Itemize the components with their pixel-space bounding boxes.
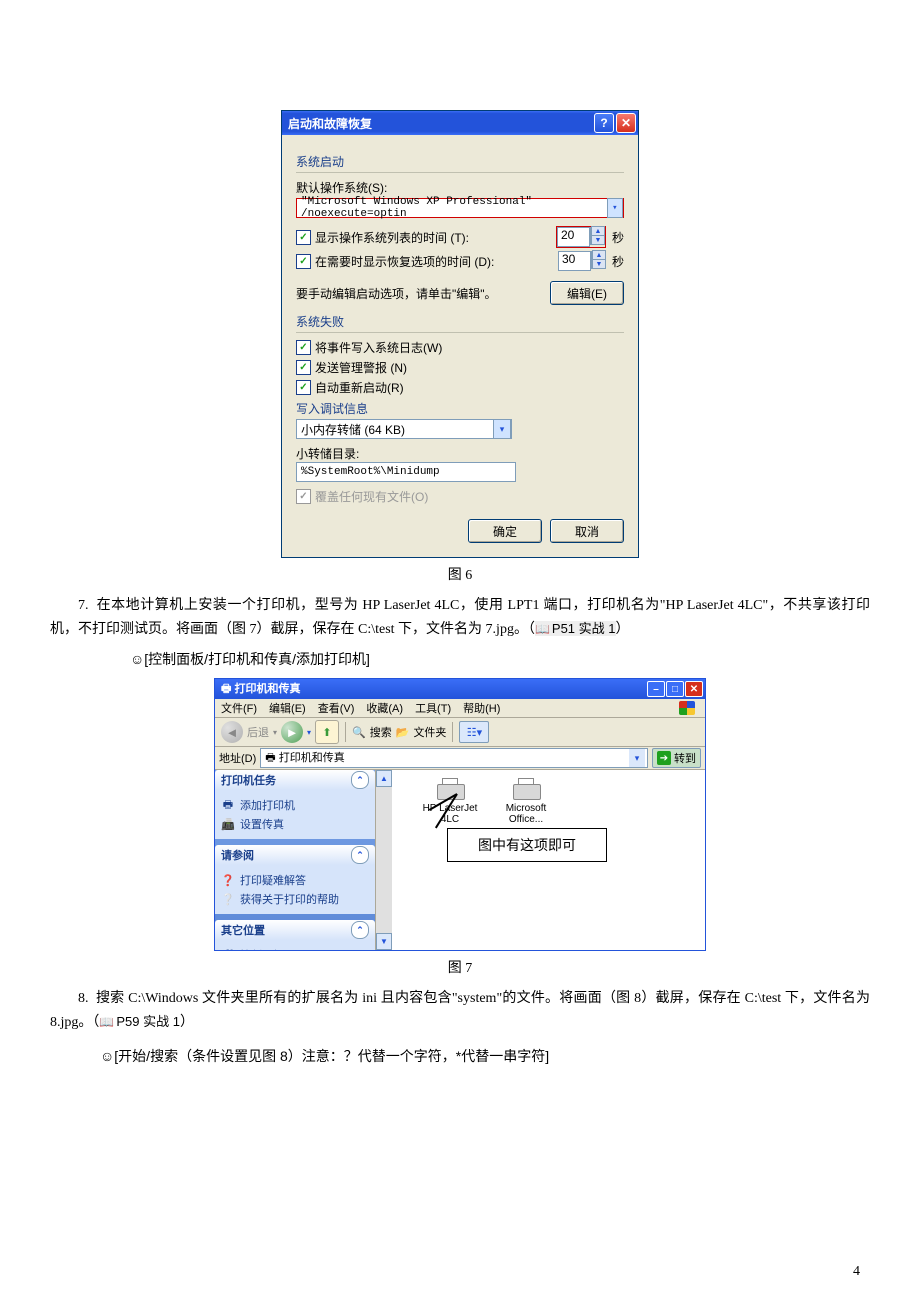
close-button[interactable]: ✕ — [616, 113, 636, 133]
explorer-sidebar: 打印机任务⌃ 🖶添加打印机 📠设置传真 请参阅⌃ ❓打印疑难解答 ❔获得关于打印… — [215, 770, 375, 950]
show-os-list-checkbox[interactable]: ✓ — [296, 230, 311, 245]
printer-tasks-header[interactable]: 打印机任务⌃ — [215, 770, 375, 790]
edit-button[interactable]: 编辑(E) — [550, 281, 624, 305]
seconds-label: 秒 — [612, 253, 624, 270]
paragraph-7-hint: ☺[控制面板/打印机和传真/添加打印机] — [130, 648, 870, 673]
dump-type-dropdown[interactable]: 小内存转储 (64 KB) ▾ — [296, 419, 512, 439]
auto-restart-checkbox[interactable]: ✓ — [296, 380, 311, 395]
system-startup-section: 系统启动 — [296, 153, 624, 173]
collapse-icon[interactable]: ⌃ — [351, 921, 369, 939]
search-label[interactable]: 搜索 — [370, 724, 392, 740]
menu-view[interactable]: 查看(V) — [318, 700, 355, 716]
see-also-header[interactable]: 请参阅⌃ — [215, 845, 375, 865]
sidebar-scrollbar[interactable]: ▲▼ — [375, 770, 392, 950]
auto-restart-label: 自动重新启动(R) — [315, 379, 404, 396]
system-failure-section: 系统失败 — [296, 313, 624, 333]
write-log-label: 将事件写入系统日志(W) — [315, 339, 442, 356]
get-help-link[interactable]: ❔获得关于打印的帮助 — [221, 891, 369, 907]
default-os-label: 默认操作系统(S): — [296, 179, 624, 196]
dump-type-value: 小内存转储 (64 KB) — [301, 421, 405, 438]
show-os-list-label: 显示操作系统列表的时间 (T): — [315, 229, 556, 246]
collapse-icon[interactable]: ⌃ — [351, 771, 369, 789]
recovery-time-input[interactable]: 30 — [558, 251, 591, 271]
cancel-button[interactable]: 取消 — [550, 519, 624, 543]
maximize-button[interactable]: □ — [666, 681, 684, 697]
dropdown-arrow-icon[interactable]: ▾ — [629, 749, 645, 767]
spinner-icon[interactable]: ▲▼ — [591, 251, 606, 269]
forward-button[interactable]: ► — [281, 721, 303, 743]
startup-recovery-dialog: 启动和故障恢复 ? ✕ 系统启动 默认操作系统(S): "Microsoft W… — [281, 110, 639, 558]
address-label: 地址(D) — [219, 750, 256, 766]
paragraph-7: 7. 在本地计算机上安装一个打印机，型号为 HP LaserJet 4LC，使用… — [50, 594, 870, 642]
back-label: 后退 — [247, 724, 269, 740]
printer-item-ms[interactable]: Microsoft Office... — [498, 778, 554, 825]
address-input[interactable]: 🖶 打印机和传真 ▾ — [260, 748, 648, 768]
dropdown-arrow-icon[interactable]: ▾ — [607, 198, 623, 218]
menu-help[interactable]: 帮助(H) — [463, 700, 500, 716]
printer-icon: 🖶 — [221, 683, 231, 695]
go-button[interactable]: ➔转到 — [652, 748, 701, 768]
view-button[interactable]: ☷▾ — [459, 721, 489, 743]
dump-dir-label: 小转储目录: — [296, 445, 624, 462]
dropdown-arrow-icon[interactable]: ▾ — [493, 419, 511, 439]
up-button[interactable]: ⬆ — [315, 720, 339, 744]
windows-logo-icon — [675, 699, 699, 717]
help-button[interactable]: ? — [594, 113, 614, 133]
address-bar: 地址(D) 🖶 打印机和传真 ▾ ➔转到 — [215, 747, 705, 770]
control-panel-link[interactable]: 🛠控制面板 — [221, 947, 369, 950]
dialog-title: 启动和故障恢复 — [288, 115, 372, 132]
ok-button[interactable]: 确定 — [468, 519, 542, 543]
printers-explorer-window: 🖶 打印机和传真 – □ ✕ 文件(F) 编辑(E) 查看(V) 收藏(A) 工… — [214, 678, 706, 951]
dump-dir-input[interactable]: %SystemRoot%\Minidump — [296, 462, 516, 482]
menu-fav[interactable]: 收藏(A) — [366, 700, 403, 716]
setup-fax-link[interactable]: 📠设置传真 — [221, 816, 369, 832]
folders-label[interactable]: 文件夹 — [413, 724, 446, 740]
folders-icon[interactable]: 📂 — [396, 726, 410, 739]
dialog-titlebar[interactable]: 启动和故障恢复 ? ✕ — [282, 111, 638, 135]
explorer-title: 打印机和传真 — [234, 683, 300, 695]
add-printer-link[interactable]: 🖶添加打印机 — [221, 797, 369, 813]
send-alert-label: 发送管理警报 (N) — [315, 359, 407, 376]
back-button[interactable]: ◄ — [221, 721, 243, 743]
page-number: 4 — [853, 1264, 860, 1280]
explorer-toolbar: ◄ 后退 ▾ ► ▾ ⬆ 🔍 搜索 📂 文件夹 ☷▾ — [215, 718, 705, 747]
os-list-time-input[interactable]: 20 — [557, 227, 590, 247]
show-recovery-checkbox[interactable]: ✓ — [296, 254, 311, 269]
overwrite-label: 覆盖任何现有文件(O) — [315, 488, 428, 505]
callout-box: 图中有这项即可 — [447, 828, 607, 862]
explorer-content: HP LaserJet 4LC Microsoft Office... 图中有这… — [392, 770, 705, 950]
other-places-header[interactable]: 其它位置⌃ — [215, 920, 375, 940]
edit-hint: 要手动编辑启动选项，请单击"编辑"。 — [296, 285, 550, 302]
paragraph-8: 8. 搜索 C:\Windows 文件夹里所有的扩展名为 ini 且内容包含"s… — [50, 987, 870, 1035]
minimize-button[interactable]: – — [647, 681, 665, 697]
collapse-icon[interactable]: ⌃ — [351, 846, 369, 864]
default-os-value: "Microsoft Windows XP Professional" /noe… — [301, 196, 607, 220]
show-recovery-label: 在需要时显示恢复选项的时间 (D): — [315, 253, 558, 270]
write-log-checkbox[interactable]: ✓ — [296, 340, 311, 355]
explorer-titlebar[interactable]: 🖶 打印机和传真 – □ ✕ — [215, 679, 705, 699]
close-button[interactable]: ✕ — [685, 681, 703, 697]
menu-edit[interactable]: 编辑(E) — [269, 700, 306, 716]
printer-icon: 🖶 — [265, 752, 275, 764]
seconds-label: 秒 — [612, 229, 624, 246]
troubleshoot-link[interactable]: ❓打印疑难解答 — [221, 872, 369, 888]
default-os-dropdown[interactable]: "Microsoft Windows XP Professional" /noe… — [296, 198, 624, 218]
figure7-caption: 图 7 — [50, 957, 870, 977]
overwrite-checkbox: ✓ — [296, 489, 311, 504]
send-alert-checkbox[interactable]: ✓ — [296, 360, 311, 375]
write-debug-label: 写入调试信息 — [296, 400, 624, 417]
search-icon[interactable]: 🔍 — [352, 726, 366, 739]
figure6-caption: 图 6 — [50, 564, 870, 584]
spinner-icon[interactable]: ▲▼ — [590, 227, 605, 245]
paragraph-8-hint: ☺[开始/搜索（条件设置见图 8）注意：？代替一个字符，*代替一串字符] — [100, 1045, 870, 1070]
menu-file[interactable]: 文件(F) — [221, 700, 257, 716]
explorer-menubar: 文件(F) 编辑(E) 查看(V) 收藏(A) 工具(T) 帮助(H) — [215, 699, 705, 718]
menu-tools[interactable]: 工具(T) — [415, 700, 451, 716]
